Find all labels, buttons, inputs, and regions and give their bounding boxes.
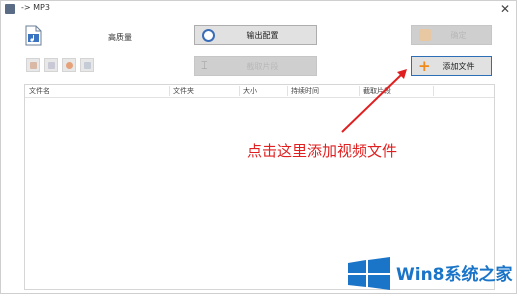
- title-bar: [1, 1, 516, 19]
- column-divider: [433, 86, 434, 96]
- output-settings-button[interactable]: 输出配置: [194, 25, 317, 45]
- column-header-duration[interactable]: 持续时间: [291, 85, 319, 97]
- output-settings-icon: [202, 29, 215, 42]
- close-button[interactable]: ✕: [497, 1, 513, 17]
- window-title: -> MP3: [21, 3, 50, 12]
- watermark-text: Win8系统之家: [396, 265, 513, 285]
- column-header-size[interactable]: 大小: [243, 85, 257, 97]
- ok-button[interactable]: 确定: [411, 25, 492, 45]
- output-settings-label: 输出配置: [246, 30, 279, 40]
- annotation-text: 点击这里添加视频文件: [247, 142, 398, 160]
- add-file-label: 添加文件: [442, 61, 475, 71]
- quality-label[interactable]: 高质量: [108, 32, 132, 43]
- audio-file-icon: [25, 25, 42, 46]
- column-divider: [287, 86, 288, 96]
- table-header: 文件名 文件夹 大小 持续时间 截取片段: [25, 85, 494, 98]
- column-divider: [239, 86, 240, 96]
- cut-segment-label: 截取片段: [246, 61, 279, 71]
- cut-segment-button[interactable]: ⌶ 截取片段: [194, 56, 317, 76]
- column-header-segment[interactable]: 截取片段: [363, 85, 391, 97]
- column-header-filename[interactable]: 文件名: [29, 85, 50, 97]
- tool-doc-icon[interactable]: [44, 58, 58, 72]
- add-file-button[interactable]: + 添加文件: [411, 56, 492, 76]
- column-divider: [359, 86, 360, 96]
- app-icon: [5, 4, 15, 14]
- ok-label: 确定: [450, 30, 467, 40]
- column-divider: [169, 86, 170, 96]
- tool-info-icon[interactable]: [80, 58, 94, 72]
- cut-segment-icon: ⌶: [201, 59, 208, 72]
- column-header-folder[interactable]: 文件夹: [173, 85, 194, 97]
- tool-gear-icon[interactable]: [62, 58, 76, 72]
- tool-doc-icon[interactable]: [26, 58, 40, 72]
- ok-icon: [419, 29, 431, 41]
- plus-icon: +: [418, 57, 431, 75]
